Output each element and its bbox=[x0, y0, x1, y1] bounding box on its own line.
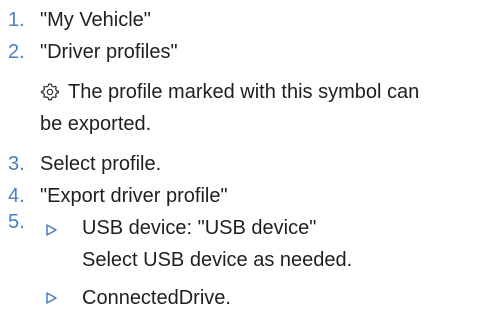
option-text: ConnectedDrive. bbox=[82, 287, 231, 309]
option-text: USB device: "USB device" bbox=[82, 217, 317, 239]
step-text: "Driver profiles" bbox=[40, 41, 178, 63]
list-item: ConnectedDrive. bbox=[0, 284, 493, 312]
triangle-right-icon bbox=[46, 224, 57, 236]
step-number: 2. bbox=[8, 41, 25, 63]
step-number: 4. bbox=[8, 185, 25, 207]
list-item: 4. "Export driver profile" bbox=[0, 182, 493, 210]
note-text-line2: be exported. bbox=[40, 113, 152, 135]
step-number: 5. bbox=[8, 211, 25, 233]
list-item: 3. Select profile. bbox=[0, 150, 493, 178]
list-item: 1. "My Vehicle" bbox=[0, 6, 493, 34]
note: The profile marked with this symbol can bbox=[40, 78, 490, 106]
note-text-line1: The profile marked with this symbol can bbox=[68, 81, 420, 103]
step-text: Select profile. bbox=[40, 153, 162, 175]
step-number: 1. bbox=[8, 9, 25, 31]
step-text: "Export driver profile" bbox=[40, 185, 228, 207]
step-number: 3. bbox=[8, 153, 25, 175]
gear-icon bbox=[40, 83, 60, 101]
option-detail-text: Select USB device as needed. bbox=[82, 249, 353, 271]
list-item: 5. USB device: "USB device" bbox=[0, 211, 493, 242]
step-text: "My Vehicle" bbox=[40, 9, 151, 31]
triangle-right-icon bbox=[46, 292, 57, 304]
note-continuation: be exported. bbox=[40, 110, 151, 138]
option-detail: Select USB device as needed. bbox=[82, 246, 352, 274]
list-item: 2. "Driver profiles" bbox=[0, 38, 493, 66]
